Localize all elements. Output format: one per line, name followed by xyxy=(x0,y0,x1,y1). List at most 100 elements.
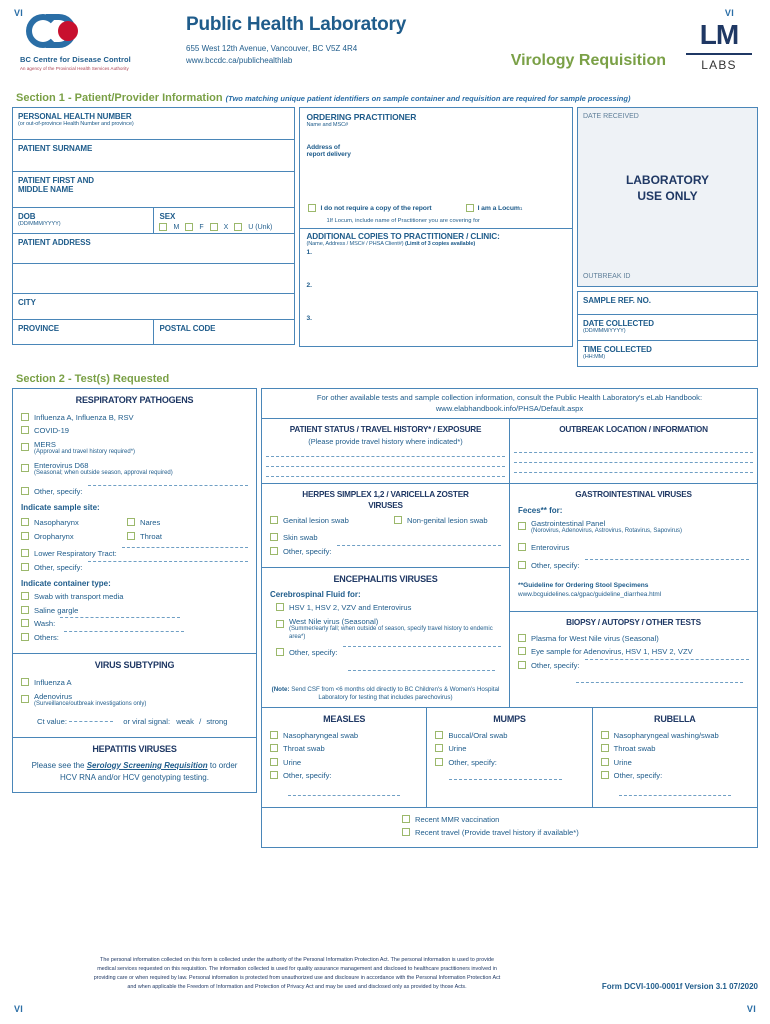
respiratory-item-2[interactable]: MERS (Approval and travel history requir… xyxy=(21,440,248,457)
mumps-other-checkbox[interactable] xyxy=(435,757,444,766)
field-firstname[interactable]: PATIENT FIRST AND MIDDLE NAME xyxy=(12,171,296,207)
lower-respiratory-tract-item[interactable]: Lower Respiratory Tract: xyxy=(21,547,248,558)
biopsy-other-checkbox[interactable] xyxy=(518,660,526,669)
container-checkbox-0[interactable] xyxy=(21,592,29,601)
biopsy-item-0[interactable]: Plasma for West Nile virus (Seasonal) xyxy=(518,633,749,643)
container-others-checkbox[interactable] xyxy=(21,632,29,641)
herpes-item-2[interactable]: Skin swab xyxy=(270,533,501,542)
biopsy-checkbox-0[interactable] xyxy=(518,633,526,642)
sample-site-item-1[interactable]: Nares xyxy=(127,518,162,527)
herpes-other-checkbox[interactable] xyxy=(270,546,278,555)
container-wash-item[interactable]: Wash: xyxy=(21,617,248,628)
container-item-0[interactable]: Swab with transport media xyxy=(21,592,248,601)
herpes-item-1[interactable]: Non-genital lesion swab xyxy=(394,515,488,525)
respiratory-checkbox-0[interactable] xyxy=(21,413,29,421)
encephalitis-other-input[interactable] xyxy=(342,646,501,648)
mumps-item-0[interactable]: Buccal/Oral swab xyxy=(435,730,583,740)
sex-checkbox-x[interactable] xyxy=(209,223,218,231)
measles-other-item[interactable]: Other, specify: xyxy=(270,771,418,780)
ct-value-input[interactable] xyxy=(69,720,114,722)
measles-item-1[interactable]: Throat swab xyxy=(270,744,418,753)
biopsy-item-1[interactable]: Eye sample for Adenovirus, HSV 1, HSV 2,… xyxy=(518,647,749,656)
field-address-line2[interactable] xyxy=(12,263,296,293)
measles-checkbox-1[interactable] xyxy=(270,744,278,753)
sample-site-checkbox-0[interactable] xyxy=(21,518,29,527)
lower-respiratory-input[interactable] xyxy=(121,547,248,549)
sample-site-checkbox-2[interactable] xyxy=(21,531,29,540)
encephalitis-checkbox-0[interactable] xyxy=(276,603,284,612)
encephalitis-item-0[interactable]: HSV 1, HSV 2, VZV and Enterovirus xyxy=(270,603,501,612)
gastro-item-0[interactable]: Gastrointestinal Panel (Norovirus, Adeno… xyxy=(518,519,749,536)
respiratory-other-input[interactable] xyxy=(87,484,248,486)
respiratory-item-0[interactable]: Influenza A, Influenza B, RSV xyxy=(21,413,248,422)
outbreak-input-3[interactable] xyxy=(514,471,753,473)
rubella-other-checkbox[interactable] xyxy=(600,771,609,780)
herpes-item-0[interactable]: Genital lesion swab xyxy=(270,515,394,525)
mumps-item-1[interactable]: Urine xyxy=(435,744,583,753)
biopsy-other-input[interactable] xyxy=(584,658,749,660)
field-address[interactable]: PATIENT ADDRESS xyxy=(12,233,296,263)
elab-line2[interactable]: www.elabhandbook.info/PHSA/Default.aspx xyxy=(268,403,751,414)
sample-site-checkbox-3[interactable] xyxy=(127,531,135,540)
container-wash-input[interactable] xyxy=(60,617,181,619)
field-time-collected[interactable]: TIME COLLECTED (HH:MM) xyxy=(576,341,758,367)
field-additional-copies[interactable]: ADDITIONAL COPIES TO PRACTITIONER / CLIN… xyxy=(299,229,573,347)
measles-other-input[interactable] xyxy=(288,794,401,796)
outbreak-input-1[interactable] xyxy=(514,451,753,453)
respiratory-checkbox-1[interactable] xyxy=(21,426,29,435)
measles-checkbox-2[interactable] xyxy=(270,757,278,766)
encephalitis-checkbox-1[interactable] xyxy=(276,619,284,628)
container-checkbox-1[interactable] xyxy=(21,605,29,614)
herpes-other-input[interactable] xyxy=(336,544,501,546)
gastro-other-input[interactable] xyxy=(584,559,749,561)
measles-checkbox-0[interactable] xyxy=(270,730,278,739)
patient-status-input-1[interactable] xyxy=(266,455,505,457)
mumps-checkbox-0[interactable] xyxy=(435,730,444,739)
field-province[interactable]: PROVINCE xyxy=(13,320,155,344)
mmr-vaccination-item[interactable]: Recent MMR vaccination xyxy=(402,814,757,824)
respiratory-checkbox-2[interactable] xyxy=(21,442,29,451)
measles-other-checkbox[interactable] xyxy=(270,771,278,780)
encephalitis-item-1[interactable]: West Nile virus (Seasonal) (Summer/early… xyxy=(270,617,501,641)
gastro-checkbox-1[interactable] xyxy=(518,542,526,551)
gastro-guideline-url[interactable]: www.bcguidelines.ca/gpac/guideline_diarr… xyxy=(518,590,749,599)
sample-site-item-2[interactable]: Oropharynx xyxy=(21,531,127,541)
container-others-input[interactable] xyxy=(63,630,184,632)
gastro-other-item[interactable]: Other, specify: xyxy=(518,559,749,570)
herpes-checkbox-2[interactable] xyxy=(270,533,278,542)
mmr-travel-checkbox[interactable] xyxy=(402,828,410,837)
herpes-checkbox-0[interactable] xyxy=(270,515,278,524)
rubella-item-1[interactable]: Throat swab xyxy=(600,744,749,753)
mumps-other-item[interactable]: Other, specify: xyxy=(435,757,583,767)
gastro-other-checkbox[interactable] xyxy=(518,561,526,570)
mmr-vaccination-checkbox[interactable] xyxy=(402,814,410,823)
ct-weak-option[interactable]: weak xyxy=(176,717,194,726)
field-dob[interactable]: DOB (DD/MMM/YYYY) xyxy=(13,208,155,233)
sample-site-checkbox-1[interactable] xyxy=(127,518,135,527)
field-city[interactable]: CITY xyxy=(12,293,296,319)
encephalitis-other-item[interactable]: Other, specify: xyxy=(270,646,501,657)
respiratory-item-3[interactable]: Enterovirus D68 (Seasonal; when outside … xyxy=(21,461,248,478)
encephalitis-other-checkbox[interactable] xyxy=(276,648,284,657)
rubella-other-input[interactable] xyxy=(618,794,731,796)
sex-checkbox-u[interactable] xyxy=(234,223,243,231)
rubella-checkbox-0[interactable] xyxy=(600,730,609,739)
serology-requisition-link[interactable]: Serology Screening Requisition xyxy=(87,761,208,770)
sex-checkbox-f[interactable] xyxy=(185,223,194,231)
ct-strong-option[interactable]: strong xyxy=(206,717,227,726)
herpes-other-item[interactable]: Other, specify: xyxy=(270,544,501,556)
field-ordering-practitioner[interactable]: ORDERING PRACTITIONER Name and MSC# Addr… xyxy=(299,107,573,229)
sample-site-other-checkbox[interactable] xyxy=(21,562,29,571)
mmr-travel-item[interactable]: Recent travel (Provide travel history if… xyxy=(402,828,757,837)
respiratory-other-checkbox[interactable] xyxy=(21,486,29,495)
subtyping-checkbox-1[interactable] xyxy=(21,694,29,703)
field-phn[interactable]: PERSONAL HEALTH NUMBER (or out-of-provin… xyxy=(12,107,296,139)
container-others-item[interactable]: Others: xyxy=(21,630,248,642)
encephalitis-other-input-2[interactable] xyxy=(348,669,495,671)
patient-status-input-3[interactable] xyxy=(266,475,505,477)
sex-checkbox-m[interactable] xyxy=(159,223,168,231)
outbreak-input-2[interactable] xyxy=(514,461,753,463)
gastro-item-1[interactable]: Enterovirus xyxy=(518,542,749,552)
respiratory-other[interactable]: Other, specify: xyxy=(21,484,248,496)
measles-item-2[interactable]: Urine xyxy=(270,757,418,767)
